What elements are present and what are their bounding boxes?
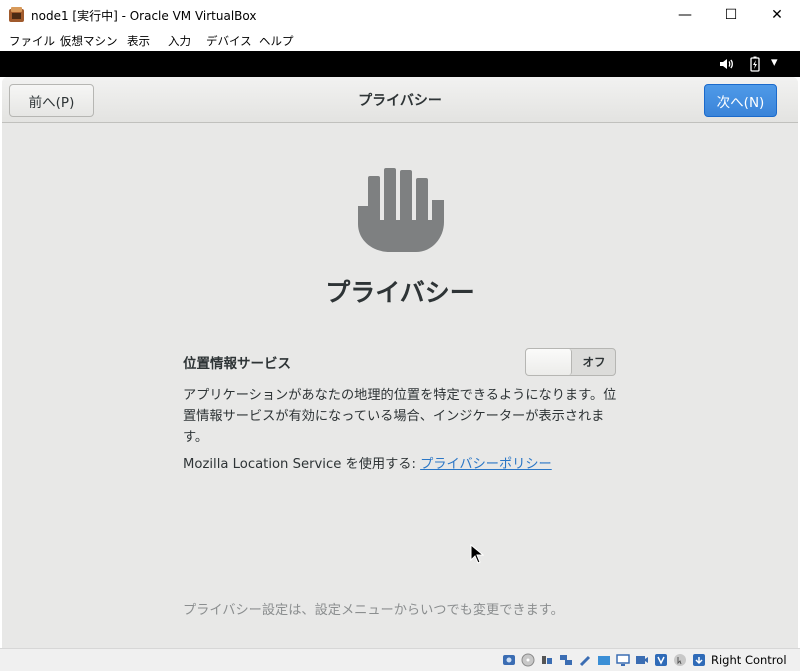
guest-screen: 前へ(P) プライバシー 次へ(N) プライバシー 位置情報サービス オフ アプ… <box>2 77 798 648</box>
window-titlebar[interactable]: node1 [実行中] - Oracle VM VirtualBox — ☐ ✕ <box>0 0 800 30</box>
minimize-button[interactable]: — <box>662 0 708 30</box>
video-capture-icon[interactable] <box>635 653 649 667</box>
privacy-policy-link[interactable]: プライバシーポリシー <box>420 457 552 472</box>
hand-icon <box>358 168 444 252</box>
mouse-integration-icon[interactable] <box>673 653 687 667</box>
menu-help[interactable]: ヘルプ <box>259 33 294 49</box>
menu-devices[interactable]: デバイス <box>206 33 252 49</box>
shared-folders-icon[interactable] <box>597 653 611 667</box>
toggle-knob[interactable] <box>526 349 572 375</box>
usb-icon[interactable] <box>578 653 592 667</box>
page-heading: プライバシー <box>325 278 475 307</box>
volume-icon[interactable] <box>718 56 734 72</box>
next-button[interactable]: 次へ(N) <box>704 84 777 117</box>
mouse-cursor-icon <box>470 544 484 564</box>
menu-file[interactable]: ファイル <box>9 33 55 49</box>
audio-icon[interactable] <box>540 653 554 667</box>
virtualbox-status-bar: Right Control <box>0 648 800 671</box>
guest-top-bar: ▾ <box>0 51 800 77</box>
hard-disk-icon[interactable] <box>502 653 516 667</box>
system-menu-arrow-icon[interactable]: ▾ <box>771 55 787 71</box>
previous-button[interactable]: 前へ(P) <box>9 84 94 117</box>
service-text: Mozilla Location Service を使用する: <box>183 457 421 472</box>
footer-note: プライバシー設定は、設定メニューからいつでも変更できます。 <box>183 603 564 618</box>
close-button[interactable]: ✕ <box>754 0 800 30</box>
virtualbox-app-icon <box>9 7 24 22</box>
virtualization-icon[interactable] <box>654 653 668 667</box>
menu-machine[interactable]: 仮想マシン <box>60 33 118 49</box>
optical-disk-icon[interactable] <box>521 653 535 667</box>
menu-bar: ファイル 仮想マシン 表示 入力 デバイス ヘルプ <box>0 30 800 51</box>
setup-header: 前へ(P) プライバシー 次へ(N) <box>2 77 798 123</box>
menu-view[interactable]: 表示 <box>127 33 150 49</box>
toggle-state-label: オフ <box>582 355 606 369</box>
location-services-label: 位置情報サービス <box>183 356 291 372</box>
location-services-toggle[interactable]: オフ <box>525 348 616 376</box>
service-line: Mozilla Location Service を使用する: プライバシーポリ… <box>183 453 552 472</box>
display-icon[interactable] <box>616 653 630 667</box>
maximize-button[interactable]: ☐ <box>708 0 754 30</box>
network-icon[interactable] <box>559 653 573 667</box>
host-key-label: Right Control <box>711 653 787 667</box>
header-title: プライバシー <box>358 93 442 109</box>
host-key-arrow-icon <box>693 654 705 666</box>
battery-icon[interactable] <box>747 56 763 72</box>
window-title: node1 [実行中] - Oracle VM VirtualBox <box>31 9 257 23</box>
menu-input[interactable]: 入力 <box>168 33 191 49</box>
location-description: アプリケーションがあなたの地理的位置を特定できるようになります。位置情報サービス… <box>183 388 617 445</box>
